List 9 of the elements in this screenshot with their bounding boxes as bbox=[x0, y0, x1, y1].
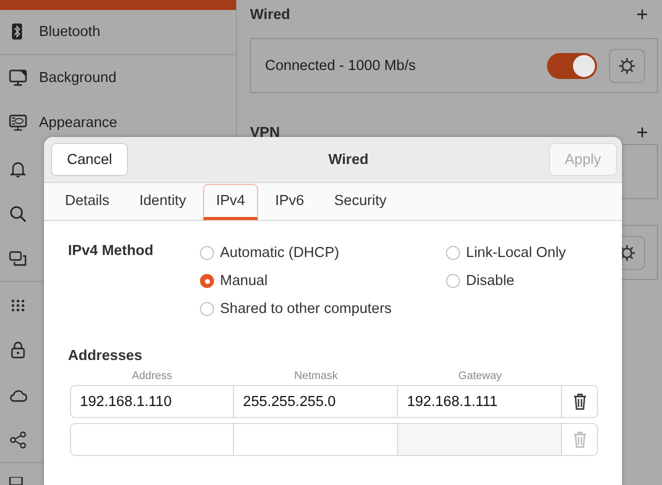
connection-status: Connected - 1000 Mb/s bbox=[265, 58, 417, 74]
section-title: VPN bbox=[250, 125, 280, 141]
column-header: Gateway bbox=[457, 370, 503, 382]
column-header: Address bbox=[130, 370, 174, 382]
dialog-title: Wired bbox=[328, 152, 368, 168]
column-header: Netmask bbox=[293, 370, 339, 382]
field-label: IPv4 Method bbox=[68, 243, 154, 261]
section-title: Wired bbox=[250, 7, 290, 23]
section-title: Addresses bbox=[68, 348, 144, 364]
